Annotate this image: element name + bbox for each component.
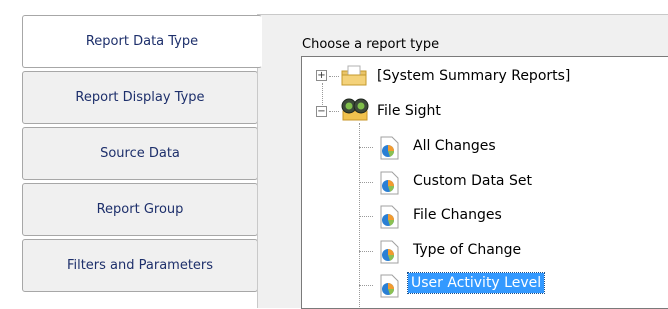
expand-toggle[interactable]: +	[316, 70, 327, 81]
tree-item-file-changes[interactable]: File Changes	[410, 205, 505, 225]
tree-connector	[359, 216, 373, 217]
tree-item-all-changes[interactable]: All Changes	[410, 136, 499, 156]
tab-label: Report Group	[96, 202, 184, 217]
tree-connector	[359, 147, 373, 148]
report-pie-icon	[378, 274, 400, 302]
tab-label: Report Data Type	[85, 34, 199, 49]
report-pie-icon	[378, 205, 400, 233]
collapse-toggle[interactable]: −	[316, 106, 327, 117]
tree-connector	[359, 251, 373, 252]
report-pie-icon	[378, 171, 400, 199]
tab-filters-and-parameters[interactable]: Filters and Parameters	[22, 239, 258, 292]
tab-report-data-type[interactable]: Report Data Type	[22, 15, 262, 68]
tree-connector	[359, 182, 373, 183]
choose-report-type-label: Choose a report type	[302, 37, 440, 52]
tab-label: Filters and Parameters	[66, 258, 214, 273]
folder-icon	[340, 65, 368, 91]
report-pie-icon	[378, 240, 400, 268]
tab-source-data[interactable]: Source Data	[22, 127, 258, 180]
tree-connector	[329, 76, 339, 77]
tab-report-group[interactable]: Report Group	[22, 183, 258, 236]
tree-item-type-of-change[interactable]: Type of Change	[410, 240, 524, 260]
tab-label: Source Data	[100, 146, 180, 161]
report-pie-icon	[378, 136, 400, 164]
tree-item-user-activity-level[interactable]: User Activity Level	[406, 272, 546, 294]
report-type-tree[interactable]: + [System Summary Reports] − File Sight	[301, 56, 668, 309]
tab-report-display-type[interactable]: Report Display Type	[22, 71, 258, 124]
tree-connector	[329, 111, 339, 112]
binoculars-icon	[340, 97, 370, 125]
tree-connector	[359, 285, 373, 286]
report-data-type-panel: Choose a report type + [System Summary R…	[257, 14, 668, 309]
tab-label: Report Display Type	[75, 90, 205, 105]
tree-group-file-sight[interactable]: File Sight	[374, 101, 444, 121]
tree-group-system-summary-reports[interactable]: [System Summary Reports]	[374, 66, 573, 86]
tab-strip: Report Data Type Report Display Type Sou…	[0, 0, 262, 308]
tree-item-custom-data-set[interactable]: Custom Data Set	[410, 171, 535, 191]
